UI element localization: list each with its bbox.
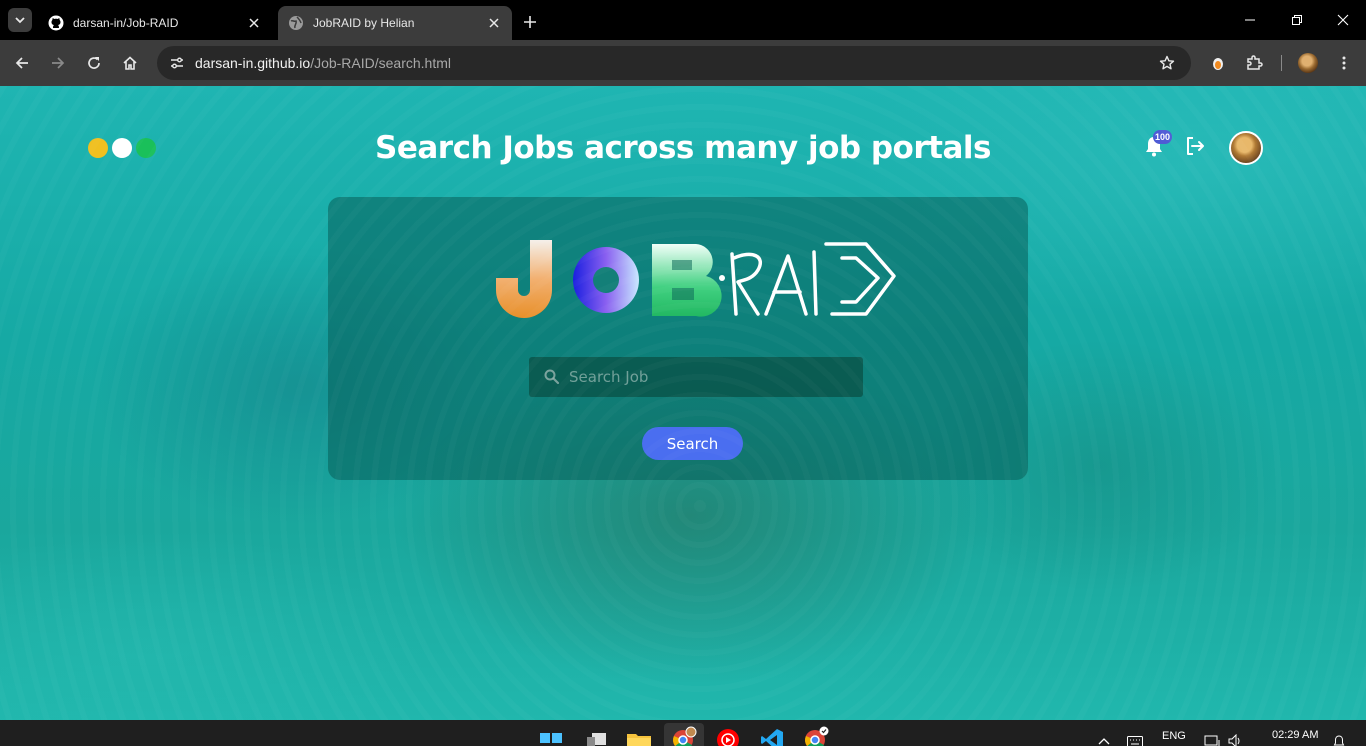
logo-letter-o	[573, 247, 639, 313]
search-icon	[544, 369, 560, 385]
reload-button[interactable]	[82, 51, 106, 75]
url-path: /Job-RAID/search.html	[310, 55, 452, 71]
network-icon[interactable]	[1204, 734, 1220, 746]
new-tab-button[interactable]	[518, 10, 542, 34]
home-icon	[123, 56, 137, 70]
windows-start-button[interactable]	[538, 726, 564, 746]
bookmark-star-icon[interactable]	[1155, 51, 1179, 75]
keyboard-icon[interactable]	[1127, 736, 1143, 746]
close-window-button[interactable]	[1331, 8, 1355, 32]
more-vertical-icon	[1342, 56, 1346, 70]
jobraid-logo	[496, 240, 896, 318]
chrome-profile-icon	[673, 726, 697, 746]
task-view-button[interactable]	[583, 726, 609, 746]
tab-github[interactable]: darsan-in/Job-RAID	[38, 6, 272, 40]
close-tab-icon[interactable]	[486, 15, 502, 31]
youtube-music-icon	[717, 729, 739, 746]
close-icon	[1337, 14, 1349, 26]
address-bar[interactable]: darsan-in.github.io/Job-RAID/search.html	[157, 46, 1191, 80]
vscode-button[interactable]	[759, 726, 785, 746]
chrome-button[interactable]	[803, 726, 829, 746]
globe-icon	[289, 16, 303, 30]
notification-badge: 100	[1153, 130, 1173, 144]
arrow-left-icon	[15, 57, 28, 69]
user-avatar[interactable]	[1229, 131, 1263, 165]
url-text: darsan-in.github.io/Job-RAID/search.html	[195, 55, 451, 71]
youtube-music-button[interactable]	[715, 726, 741, 746]
chevron-down-icon	[15, 17, 25, 24]
reload-icon	[88, 57, 100, 69]
puzzle-icon	[1247, 55, 1263, 70]
tab-title: darsan-in/Job-RAID	[73, 16, 179, 30]
windows-start-icon	[540, 733, 562, 743]
url-host: darsan-in.github.io	[195, 55, 311, 71]
tab-search-button[interactable]	[8, 8, 32, 32]
chevron-up-icon[interactable]	[1098, 736, 1110, 746]
notification-bell-icon[interactable]	[1333, 735, 1345, 746]
profile-button[interactable]	[1296, 51, 1320, 75]
file-explorer-icon	[627, 734, 651, 746]
file-explorer-button[interactable]	[626, 726, 652, 746]
github-icon	[48, 15, 64, 31]
browser-toolbar: darsan-in.github.io/Job-RAID/search.html	[0, 40, 1366, 86]
restore-icon	[1292, 15, 1302, 25]
toolbar-divider	[1281, 55, 1282, 71]
plus-icon	[524, 16, 536, 28]
logo-raid-text	[719, 242, 896, 316]
extensions-menu-button[interactable]	[1242, 51, 1266, 75]
tab-jobraid[interactable]: JobRAID by Helian	[278, 6, 512, 40]
minimize-button[interactable]	[1238, 8, 1262, 32]
close-tab-icon[interactable]	[246, 15, 262, 31]
restore-button[interactable]	[1285, 8, 1309, 32]
minimize-icon	[1245, 19, 1255, 21]
os-taskbar: ENG 02:29 AM	[0, 720, 1366, 746]
site-info-icon[interactable]	[165, 51, 189, 75]
clock-time[interactable]: 02:29 AM	[1272, 729, 1318, 741]
volume-icon[interactable]	[1228, 734, 1242, 746]
extension-app-icon	[1213, 58, 1223, 70]
extension-button[interactable]	[1206, 51, 1230, 75]
tab-title: JobRAID by Helian	[313, 16, 415, 30]
logout-icon[interactable]	[1183, 134, 1207, 158]
home-button[interactable]	[118, 51, 142, 75]
search-job-input[interactable]	[569, 368, 849, 386]
language-indicator[interactable]: ENG	[1162, 730, 1186, 742]
chrome-profile-button[interactable]	[671, 726, 697, 746]
search-job-field[interactable]	[529, 357, 863, 397]
chrome-icon	[805, 726, 829, 746]
logo-letter-j	[496, 240, 552, 318]
logo-letter-b	[652, 244, 722, 317]
browser-menu-button[interactable]	[1332, 51, 1356, 75]
arrow-right-icon	[52, 57, 65, 69]
profile-avatar	[1298, 53, 1318, 73]
forward-button[interactable]	[46, 51, 70, 75]
page-viewport: Search Jobs across many job portals 100	[0, 86, 1366, 720]
browser-tab-strip: darsan-in/Job-RAID JobRAID by Helian	[0, 0, 1366, 40]
vscode-icon	[761, 729, 783, 746]
task-view-icon	[587, 733, 606, 746]
search-button[interactable]: Search	[642, 427, 743, 460]
back-button[interactable]	[10, 51, 34, 75]
